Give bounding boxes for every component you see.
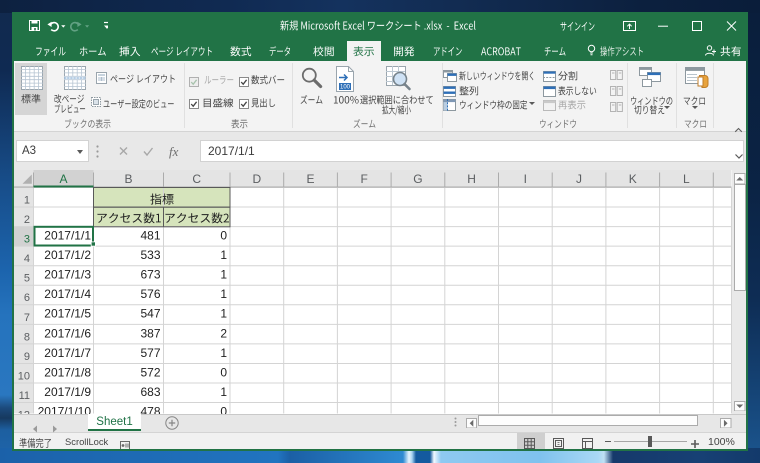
- svg-text:533: 533: [140, 248, 160, 262]
- svg-text:2017/1/10: 2017/1/10: [38, 405, 92, 414]
- svg-text:2017/1/8: 2017/1/8: [44, 365, 91, 379]
- svg-text:G: G: [413, 172, 422, 186]
- svg-text:0: 0: [220, 405, 227, 414]
- svg-text:I: I: [524, 172, 527, 186]
- svg-text:1: 1: [24, 195, 30, 207]
- svg-text:1: 1: [220, 268, 227, 282]
- svg-text:100: 100: [340, 84, 351, 90]
- svg-text:9: 9: [24, 351, 30, 363]
- svg-text:7: 7: [24, 312, 30, 324]
- svg-text:1: 1: [220, 346, 227, 360]
- svg-text:683: 683: [140, 385, 160, 399]
- svg-text:2017/1/9: 2017/1/9: [44, 385, 91, 399]
- svg-text:1: 1: [220, 287, 227, 301]
- svg-text:B: B: [124, 172, 132, 186]
- svg-text:2017/1/1: 2017/1/1: [44, 229, 91, 243]
- svg-text:C: C: [192, 172, 201, 186]
- svg-text:2017/1/2: 2017/1/2: [44, 248, 91, 262]
- svg-text:D: D: [252, 172, 261, 186]
- svg-text:J: J: [576, 172, 582, 186]
- svg-text:4: 4: [24, 253, 30, 265]
- svg-text:A: A: [59, 172, 67, 186]
- svg-text:E: E: [306, 172, 314, 186]
- svg-text:2017/1/6: 2017/1/6: [44, 326, 91, 340]
- svg-text:1: 1: [220, 307, 227, 321]
- svg-text:577: 577: [140, 346, 160, 360]
- svg-text:F: F: [361, 172, 368, 186]
- svg-text:2: 2: [220, 326, 227, 340]
- svg-text:6: 6: [24, 292, 30, 304]
- svg-text:8: 8: [24, 331, 30, 343]
- svg-text:10: 10: [18, 371, 30, 383]
- svg-text:481: 481: [140, 229, 160, 243]
- svg-text:673: 673: [140, 268, 160, 282]
- svg-text:11: 11: [19, 390, 30, 402]
- svg-text:2017/1/5: 2017/1/5: [44, 307, 91, 321]
- svg-text:12: 12: [18, 410, 30, 414]
- svg-text:2017/1/7: 2017/1/7: [44, 346, 91, 360]
- svg-text:fx: fx: [169, 144, 179, 159]
- svg-text:2017/1/4: 2017/1/4: [44, 287, 91, 301]
- svg-text:2017/1/3: 2017/1/3: [44, 268, 91, 282]
- svg-text:478: 478: [140, 405, 160, 414]
- svg-text:0: 0: [220, 229, 227, 243]
- svg-text:2: 2: [24, 214, 30, 226]
- svg-text:547: 547: [140, 307, 160, 321]
- svg-text:5: 5: [24, 273, 30, 285]
- svg-text:0: 0: [220, 365, 227, 379]
- svg-text:K: K: [629, 172, 637, 186]
- svg-text:H: H: [467, 172, 476, 186]
- svg-text:1: 1: [220, 248, 227, 262]
- svg-text:576: 576: [140, 287, 160, 301]
- svg-text:387: 387: [140, 326, 160, 340]
- svg-text:3: 3: [24, 234, 30, 246]
- svg-text:572: 572: [140, 365, 160, 379]
- svg-text:1: 1: [220, 385, 227, 399]
- svg-text:L: L: [683, 172, 690, 186]
